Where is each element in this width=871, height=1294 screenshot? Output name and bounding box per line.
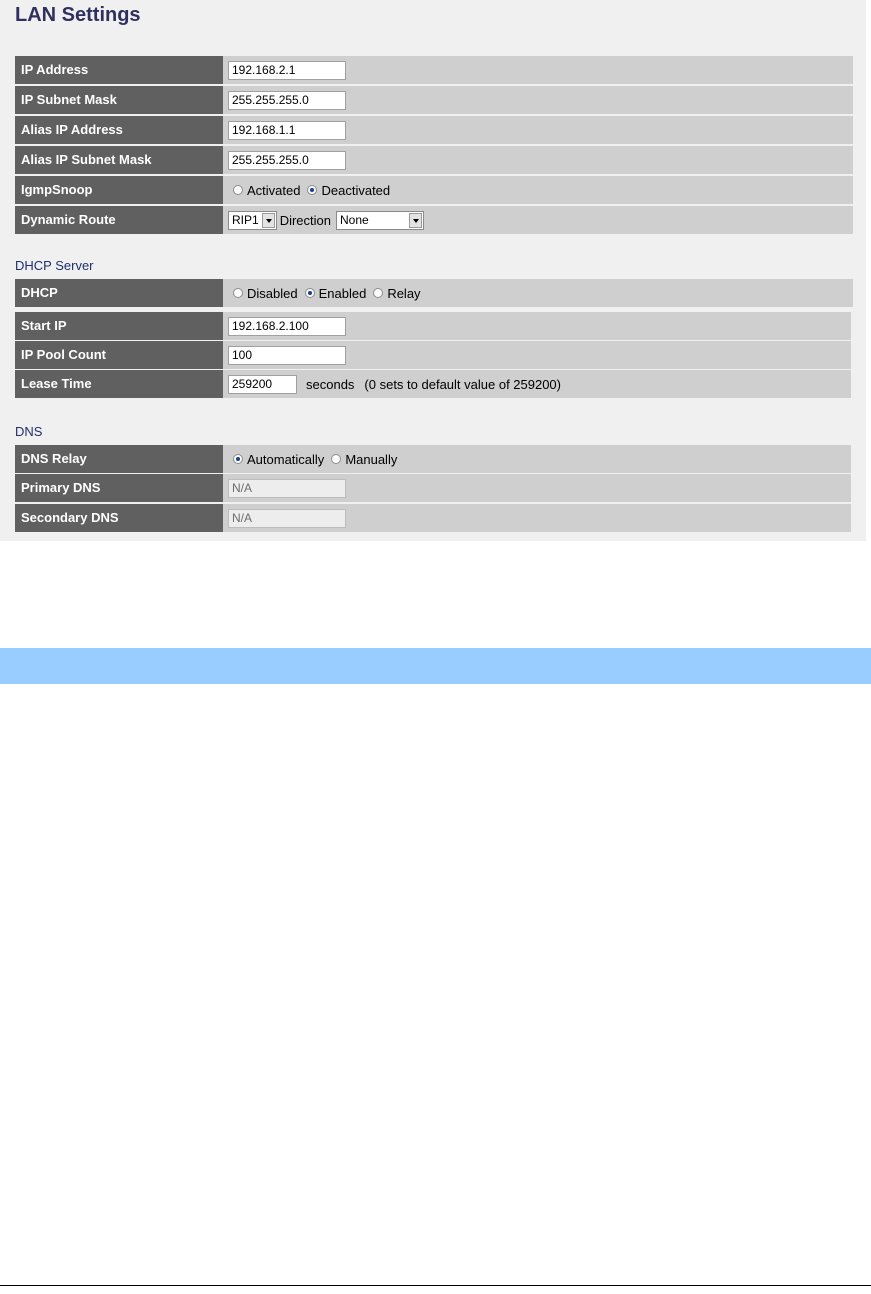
label-alias-ip: Alias IP Address bbox=[15, 116, 223, 144]
dns-manual-radio[interactable] bbox=[331, 454, 342, 464]
dhcp-enabled-label: Enabled bbox=[318, 285, 367, 301]
lease-time-input[interactable] bbox=[228, 374, 297, 394]
dhcp-relay-radio[interactable] bbox=[373, 288, 384, 298]
lan-settings-panel: LAN Settings IP Address IP Subnet Mask A… bbox=[0, 0, 866, 541]
direction-label: Direction bbox=[279, 212, 331, 228]
row-igmp-snoop: IgmpSnoop Activated Deactivated bbox=[15, 176, 853, 204]
igmp-deactivated-label: Deactivated bbox=[321, 182, 391, 198]
dns-auto-radio[interactable] bbox=[233, 454, 243, 464]
label-ip-address: IP Address bbox=[15, 56, 223, 84]
label-alias-mask: Alias IP Subnet Mask bbox=[15, 146, 223, 174]
footer-divider bbox=[0, 1285, 871, 1286]
page-title: LAN Settings bbox=[15, 4, 141, 26]
dhcp-section-title: DHCP Server bbox=[15, 258, 94, 273]
dhcp-disabled-label: Disabled bbox=[247, 285, 298, 301]
dns-auto-label: Automatically bbox=[247, 451, 325, 467]
igmp-deactivated-radio[interactable] bbox=[307, 185, 318, 195]
dns-section-title: DNS bbox=[15, 424, 43, 439]
lease-time-note: (0 sets to default value of 259200) bbox=[364, 376, 561, 392]
dhcp-relay-label: Relay bbox=[387, 285, 421, 301]
pool-count-input[interactable] bbox=[228, 345, 346, 365]
dhcp-disabled-radio[interactable] bbox=[233, 288, 243, 298]
row-lease-time: Lease Time seconds (0 sets to default va… bbox=[15, 370, 851, 398]
label-primary-dns: Primary DNS bbox=[15, 474, 223, 502]
label-start-ip: Start IP bbox=[15, 312, 223, 340]
row-pool-count: IP Pool Count bbox=[15, 341, 851, 369]
label-dynamic-route: Dynamic Route bbox=[15, 206, 223, 234]
row-dynamic-route: Dynamic Route RIP1 Direction None bbox=[15, 206, 853, 234]
row-alias-ip: Alias IP Address bbox=[15, 116, 853, 144]
dhcp-enabled-radio[interactable] bbox=[304, 288, 315, 298]
row-dns-relay: DNS Relay Automatically Manually bbox=[15, 445, 851, 473]
direction-value: None bbox=[339, 213, 369, 227]
row-secondary-dns: Secondary DNS bbox=[15, 504, 851, 532]
primary-dns-input[interactable] bbox=[228, 478, 346, 498]
label-igmp-snoop: IgmpSnoop bbox=[15, 176, 223, 204]
rip-version-select[interactable]: RIP1 bbox=[228, 210, 277, 230]
rip-version-value: RIP1 bbox=[232, 213, 259, 227]
dns-manual-label: Manually bbox=[345, 451, 398, 467]
label-dhcp: DHCP bbox=[15, 279, 223, 307]
label-lease-time: Lease Time bbox=[15, 370, 223, 398]
label-dns-relay: DNS Relay bbox=[15, 445, 223, 473]
page-banner bbox=[0, 648, 871, 684]
row-alias-mask: Alias IP Subnet Mask bbox=[15, 146, 853, 174]
chevron-down-icon bbox=[261, 212, 275, 228]
start-ip-input[interactable] bbox=[228, 316, 346, 336]
row-dhcp: DHCP Disabled Enabled Relay bbox=[15, 279, 853, 307]
alias-mask-input[interactable] bbox=[228, 150, 346, 170]
lease-time-unit: seconds bbox=[306, 376, 355, 392]
igmp-activated-label: Activated bbox=[247, 182, 301, 198]
igmp-activated-radio[interactable] bbox=[233, 185, 243, 195]
direction-select[interactable]: None bbox=[335, 210, 424, 230]
row-subnet-mask: IP Subnet Mask bbox=[15, 86, 853, 114]
label-subnet-mask: IP Subnet Mask bbox=[15, 86, 223, 114]
row-ip-address: IP Address bbox=[15, 56, 853, 84]
alias-ip-input[interactable] bbox=[228, 120, 346, 140]
chevron-down-icon bbox=[408, 212, 422, 228]
secondary-dns-input[interactable] bbox=[228, 508, 346, 528]
subnet-mask-input[interactable] bbox=[228, 90, 346, 110]
label-secondary-dns: Secondary DNS bbox=[15, 504, 223, 532]
label-pool-count: IP Pool Count bbox=[15, 341, 223, 369]
ip-address-input[interactable] bbox=[228, 60, 346, 80]
row-primary-dns: Primary DNS bbox=[15, 474, 851, 502]
row-start-ip: Start IP bbox=[15, 312, 851, 340]
